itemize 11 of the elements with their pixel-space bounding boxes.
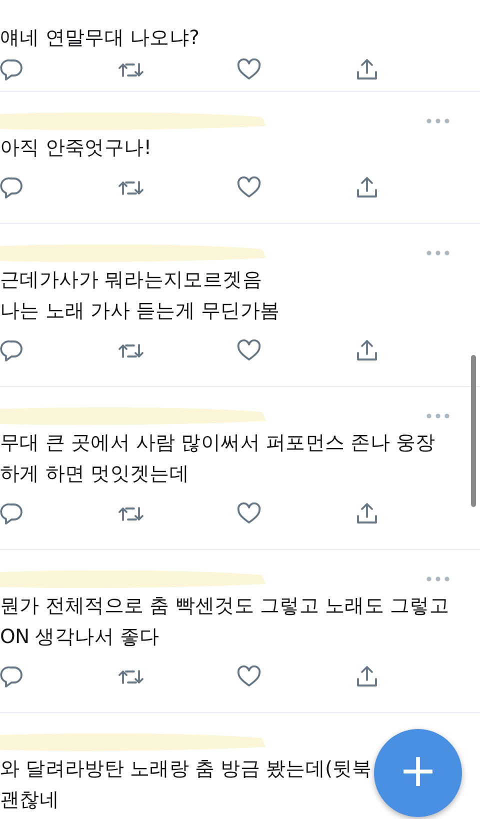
tweet-text: 근데가사가 뭐라는지모르겟음 <box>0 267 262 293</box>
tweet-text: 뭔가 전체적으로 춤 빡센것도 그렇고 노래도 그렇고 <box>0 593 450 619</box>
tweet-text: 얘네 연말무대 나오냐? <box>0 25 200 51</box>
compose-button[interactable]: + <box>374 729 462 817</box>
tweet-text: 무대 큰 곳에서 사람 많이써서 퍼포먼스 존나 웅장 <box>0 430 436 456</box>
tweet-text: 하게 하면 멋잇겟는데 <box>0 461 190 487</box>
tweet-text: ON 생각나서 좋다 <box>0 624 160 650</box>
tweet-text: 아직 안죽엇구나! <box>0 135 152 161</box>
tweet-text: 와 달려라방탄 노래랑 춤 방금 봤는데(뒷북 <box>0 756 372 782</box>
tweet-text: 괜찮네 <box>0 787 60 813</box>
tweet-text: 나는 노래 가사 듣는게 무딘가봄 <box>0 298 280 324</box>
